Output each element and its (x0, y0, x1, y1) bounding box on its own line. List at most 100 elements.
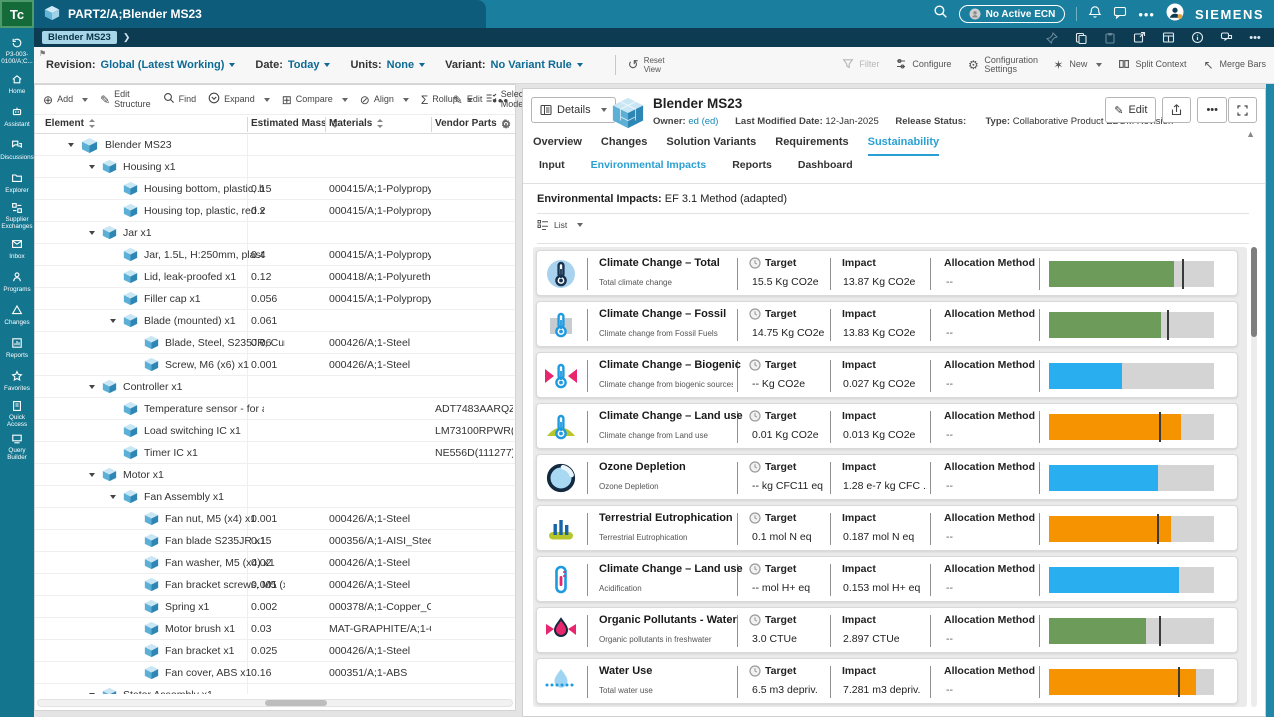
tab-solution-variants[interactable]: Solution Variants (666, 136, 756, 156)
impact-card[interactable]: Climate Change – FossilClimate change fr… (536, 301, 1238, 347)
open-icon[interactable] (1132, 31, 1146, 45)
edit-button[interactable]: ✎ Edit (1105, 97, 1156, 123)
table-row[interactable]: Load switching IC x1LM73100RPWR(11 (35, 420, 515, 442)
configuration-settings-button[interactable]: ⚙Configuration Settings (966, 56, 1036, 75)
merge-bars-button[interactable]: ↖Merge Bars (1201, 58, 1266, 72)
table-row[interactable]: Housing x1 (35, 156, 515, 178)
expand-caret-icon[interactable] (89, 165, 95, 169)
compare-button[interactable]: ⊞Compare (282, 93, 348, 107)
notifications-bell-icon[interactable] (1088, 5, 1102, 24)
sidebar-item-programs[interactable]: Programs (0, 265, 34, 298)
table-row[interactable]: Jar x1 (35, 222, 515, 244)
impact-card[interactable]: Organic Pollutants - WaterOrganic pollut… (536, 607, 1238, 653)
sidebar-item-explorer[interactable]: Explorer (0, 166, 34, 199)
edit-button[interactable]: ✎ Edit (453, 93, 483, 107)
impact-card[interactable]: Climate Change – Land useClimate change … (536, 403, 1238, 449)
variant-rule-dropdown[interactable]: Variant: No Variant Rule (445, 59, 583, 71)
sidebar-item-reports[interactable]: Reports (0, 331, 34, 364)
list-view-dropdown[interactable]: List (537, 219, 583, 231)
subtab-input[interactable]: Input (539, 159, 565, 177)
impact-card[interactable]: Climate Change – TotalTotal climate chan… (536, 250, 1238, 296)
table-row[interactable]: Lid, leak-proofed x10.12000418/A;1-Polyu… (35, 266, 515, 288)
table-row[interactable]: Housing top, plastic, red x10.2000415/A;… (35, 200, 515, 222)
find-button[interactable]: Find (163, 92, 197, 107)
table-row[interactable]: Screw, M6 (x6) x10.001000426/A;1-Steel (35, 354, 515, 376)
impact-card[interactable]: Climate Change – BiogenicClimate change … (536, 352, 1238, 398)
table-row[interactable]: Fan nut, M5 (x4) x10.001000426/A;1-Steel (35, 508, 515, 530)
date-dropdown[interactable]: Date: Today (255, 59, 330, 71)
search-icon[interactable] (933, 4, 948, 24)
sidebar-item-quick-access[interactable]: Quick Access (0, 397, 34, 430)
comments-icon[interactable] (1113, 5, 1127, 24)
ecn-badge[interactable]: No Active ECN (959, 5, 1066, 23)
topbar-overflow-icon[interactable]: ••• (1138, 7, 1155, 22)
sidebar-item-discussions[interactable]: Discussions (0, 133, 34, 166)
table-row[interactable]: Blade, Steel, S235JR, Curved, 8...0.0600… (35, 332, 515, 354)
strip-overflow-icon[interactable]: ••• (1248, 31, 1262, 45)
copy-icon[interactable] (1074, 31, 1088, 45)
details-overflow-button[interactable]: ••• (1197, 97, 1227, 123)
table-row[interactable]: Fan Assembly x1 (35, 486, 515, 508)
table-row[interactable]: Fan bracket x10.025000426/A;1-Steel (35, 640, 515, 662)
expand-caret-icon[interactable] (89, 385, 95, 389)
user-avatar[interactable] (1166, 3, 1184, 26)
tab-changes[interactable]: Changes (601, 136, 647, 156)
expand-caret-icon[interactable] (89, 693, 95, 694)
sidebar-item-supplier-exchanges[interactable]: Supplier Exchanges (0, 199, 34, 232)
split-context-button[interactable]: Split Context (1117, 58, 1186, 73)
expand-caret-icon[interactable] (89, 473, 95, 477)
table-row[interactable]: Motor brush x10.03MAT-GRAPHITE/A;1-Grap.… (35, 618, 515, 640)
vertical-scrollbar-thumb[interactable] (1251, 247, 1257, 337)
share-button[interactable] (1162, 97, 1191, 123)
tab-requirements[interactable]: Requirements (775, 136, 848, 156)
table-row[interactable]: Blade (mounted) x10.061 (35, 310, 515, 332)
breadcrumb-chip[interactable]: Blender MS23 (42, 31, 117, 44)
table-row[interactable]: Temperature sensor - for alarm x1ADT7483… (35, 398, 515, 420)
tab-overview[interactable]: Overview (533, 136, 582, 156)
configure-button[interactable]: Configure (894, 58, 951, 73)
table-row[interactable]: Fan cover, ABS x10.16000351/A;1-ABS (35, 662, 515, 684)
sidebar-item-assistant[interactable]: Assistant (0, 100, 34, 133)
table-row[interactable]: Blender MS23 (35, 134, 515, 156)
horizontal-scrollbar-thumb[interactable] (265, 700, 327, 706)
align-button[interactable]: ⊘Align (360, 93, 409, 107)
teamcenter-logo[interactable]: Tc (0, 0, 34, 28)
new-button[interactable]: ✶New (1051, 58, 1102, 72)
impact-card[interactable]: Climate Change – Land useAcidificationTa… (536, 556, 1238, 602)
expand-caret-icon[interactable] (89, 231, 95, 235)
impact-card[interactable]: Water UseTotal water useTarget6.5 m3 dep… (536, 658, 1238, 704)
expand-button[interactable]: Expand (208, 92, 270, 107)
table-row[interactable]: Fan blade S235JR x10.15000356/A;1-AISI_S… (35, 530, 515, 552)
details-dropdown-button[interactable]: Details (531, 97, 616, 123)
sidebar-item-home[interactable]: Home (0, 67, 34, 100)
sidebar-item-p3-003-0100-a-c[interactable]: P3-003-0100/A;C... (0, 34, 34, 67)
collaboration-icon[interactable] (1219, 31, 1233, 45)
table-row[interactable]: Motor x1 (35, 464, 515, 486)
add-button[interactable]: ⊕Add (43, 93, 88, 107)
revision-rule-dropdown[interactable]: Revision: Global (Latest Working) (46, 59, 235, 71)
table-row[interactable]: Filler cap x10.056000415/A;1-Polypropyle… (35, 288, 515, 310)
subtab-dashboard[interactable]: Dashboard (798, 159, 853, 177)
table-row[interactable]: Controller x1 (35, 376, 515, 398)
table-gear-icon[interactable]: ⚙ (501, 118, 511, 131)
info-icon[interactable] (1190, 31, 1204, 45)
subtab-reports[interactable]: Reports (732, 159, 772, 177)
owner-link[interactable]: ed (ed) (688, 116, 718, 127)
structure-overflow-icon[interactable]: ••• (492, 93, 509, 108)
table-row[interactable]: Fan bracket screws, M5 (x4) x10.00100042… (35, 574, 515, 596)
table-icon[interactable] (1161, 31, 1175, 45)
expand-caret-icon[interactable] (68, 143, 74, 147)
reset-view-button[interactable]: ↺ Reset View (628, 56, 665, 74)
column-header-vendor-parts[interactable]: Vendor Parts (435, 118, 508, 129)
table-row[interactable]: Housing bottom, plastic, black x10.15000… (35, 178, 515, 200)
table-row[interactable]: Timer IC x1NE556D(111277) (35, 442, 515, 464)
units-dropdown[interactable]: Units: None (350, 59, 425, 71)
impact-card[interactable]: Terrestrial EutrophicationTerrestrial Eu… (536, 505, 1238, 551)
column-header-materials[interactable]: Materials (329, 118, 383, 129)
table-row[interactable]: Jar, 1.5L, H:250mm, plastic, transpa...0… (35, 244, 515, 266)
expand-caret-icon[interactable] (110, 319, 116, 323)
expand-caret-icon[interactable] (110, 495, 116, 499)
sidebar-item-inbox[interactable]: Inbox (0, 232, 34, 265)
table-row[interactable]: Spring x10.002000378/A;1-Copper_C10100 (35, 596, 515, 618)
table-row[interactable]: Stator Assembly x1 (35, 684, 515, 694)
